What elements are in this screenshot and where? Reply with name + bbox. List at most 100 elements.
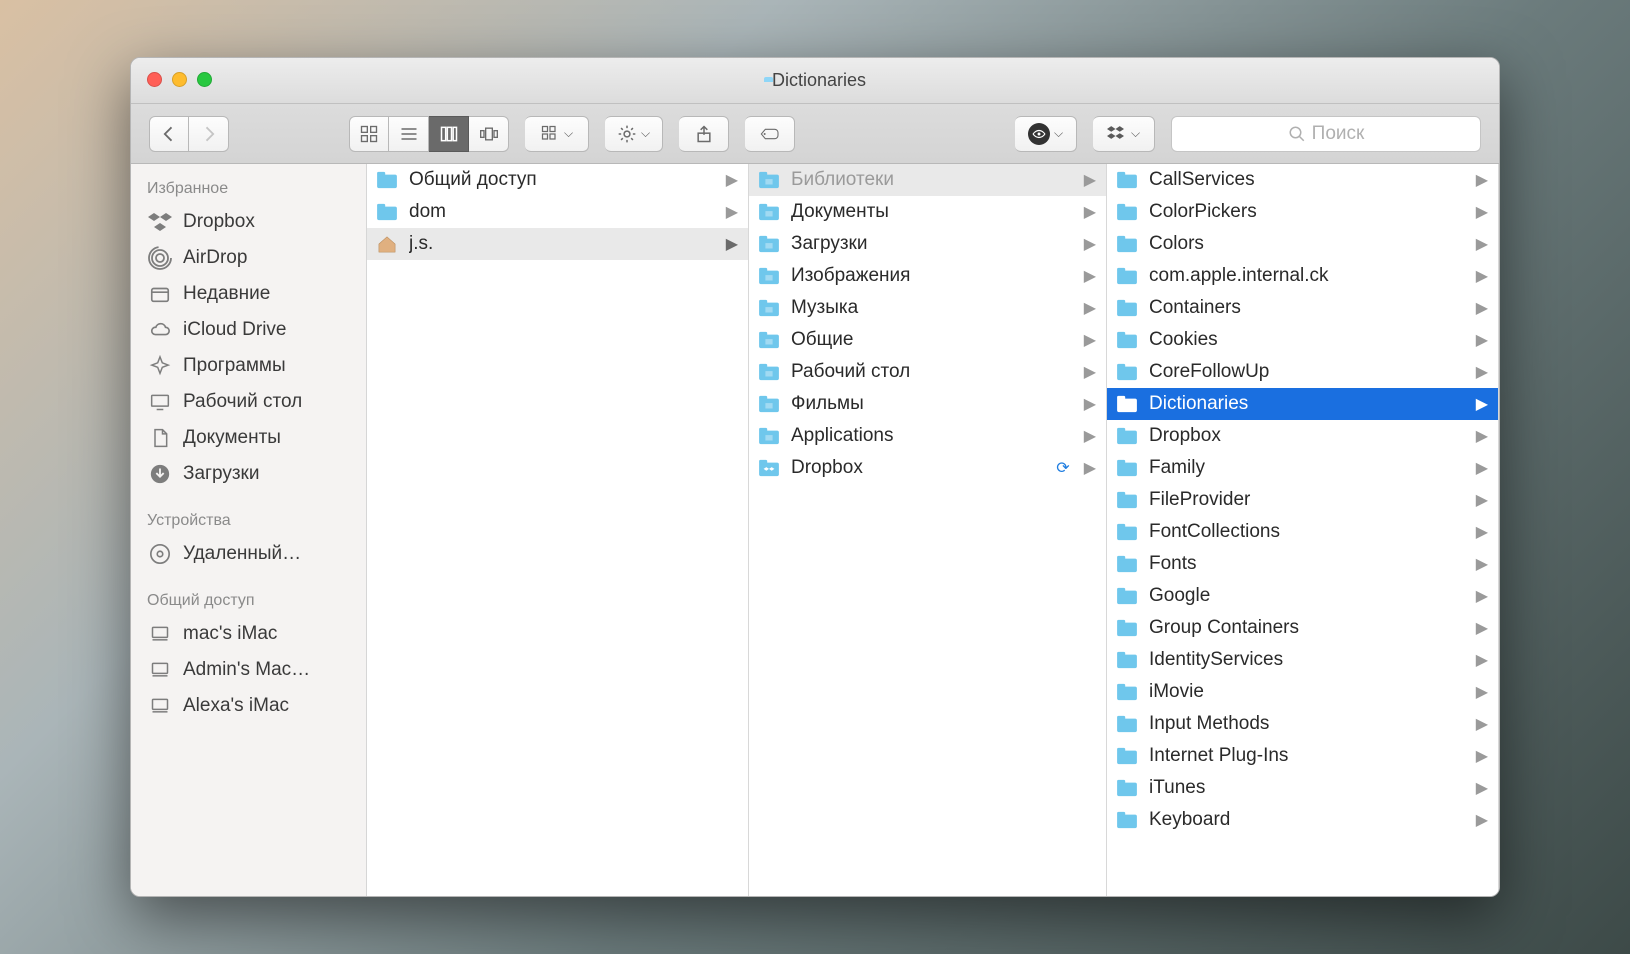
chevron-right-icon: ▶ <box>1476 266 1488 286</box>
list-item[interactable]: IdentityServices▶ <box>1107 644 1498 676</box>
sidebar-item[interactable]: Admin's Mac… <box>131 652 366 688</box>
forward-button[interactable] <box>189 116 229 152</box>
comp-icon <box>147 623 173 645</box>
chevron-down-icon: ⌵ <box>641 126 650 141</box>
list-item[interactable]: Google▶ <box>1107 580 1498 612</box>
sidebar-item[interactable]: Документы <box>131 420 366 456</box>
list-item[interactable]: j.s.▶ <box>367 228 748 260</box>
gallery-icon <box>479 124 499 144</box>
list-item[interactable]: Keyboard▶ <box>1107 804 1498 836</box>
chevron-right-icon <box>199 124 219 144</box>
chevron-down-icon: ⌵ <box>564 126 573 141</box>
grid-icon <box>359 124 379 144</box>
sidebar-item[interactable]: iCloud Drive <box>131 312 366 348</box>
folder-sys-icon <box>757 426 781 446</box>
list-item[interactable]: iTunes▶ <box>1107 772 1498 804</box>
list-item[interactable]: Библиотеки▶ <box>749 164 1106 196</box>
list-item[interactable]: CallServices▶ <box>1107 164 1498 196</box>
sidebar-item[interactable]: Программы <box>131 348 366 384</box>
list-item[interactable]: Документы▶ <box>749 196 1106 228</box>
minimize-button[interactable] <box>172 72 187 87</box>
search-field[interactable]: Поиск <box>1171 116 1481 152</box>
sidebar-item[interactable]: Рабочий стол <box>131 384 366 420</box>
column[interactable]: Общий доступ▶dom▶j.s.▶ <box>367 164 749 896</box>
folder-icon <box>1115 394 1139 414</box>
folder-icon <box>1115 618 1139 638</box>
list-item[interactable]: Общие▶ <box>749 324 1106 356</box>
list-item[interactable]: Изображения▶ <box>749 260 1106 292</box>
chevron-right-icon: ▶ <box>1476 298 1488 318</box>
list-item[interactable]: Fonts▶ <box>1107 548 1498 580</box>
list-item[interactable]: ColorPickers▶ <box>1107 196 1498 228</box>
view-list-button[interactable] <box>389 116 429 152</box>
list-item[interactable]: FileProvider▶ <box>1107 484 1498 516</box>
column[interactable]: Библиотеки▶Документы▶Загрузки▶Изображени… <box>749 164 1107 896</box>
folder-icon <box>1115 682 1139 702</box>
list-item[interactable]: Applications▶ <box>749 420 1106 452</box>
chevron-right-icon: ▶ <box>726 202 738 222</box>
folder-icon <box>1115 266 1139 286</box>
list-item[interactable]: Colors▶ <box>1107 228 1498 260</box>
sidebar-item-label: mac's iMac <box>183 623 277 645</box>
list-item[interactable]: iMovie▶ <box>1107 676 1498 708</box>
column[interactable]: CallServices▶ColorPickers▶Colors▶com.app… <box>1107 164 1499 896</box>
tags-button[interactable] <box>745 116 795 152</box>
sidebar-section: УстройстваУдаленный… <box>131 504 366 572</box>
desktop-icon <box>147 391 173 413</box>
list-item[interactable]: Family▶ <box>1107 452 1498 484</box>
item-label: Загрузки <box>791 233 1074 255</box>
sidebar-item[interactable]: Загрузки <box>131 456 366 492</box>
dropbox-folder-icon <box>757 458 781 478</box>
folder-icon <box>1115 522 1139 542</box>
view-column-button[interactable] <box>429 116 469 152</box>
sidebar-item[interactable]: Dropbox <box>131 204 366 240</box>
sidebar-item[interactable]: mac's iMac <box>131 616 366 652</box>
list-item[interactable]: Internet Plug-Ins▶ <box>1107 740 1498 772</box>
list-item[interactable]: Рабочий стол▶ <box>749 356 1106 388</box>
search-icon <box>1288 125 1306 143</box>
close-button[interactable] <box>147 72 162 87</box>
folder-icon <box>1115 554 1139 574</box>
list-item[interactable]: Containers ▶ <box>1107 292 1498 324</box>
quicklook-button[interactable]: ⌵ <box>1015 116 1077 152</box>
documents-icon <box>147 427 173 449</box>
list-item[interactable]: com.apple.internal.ck▶ <box>1107 260 1498 292</box>
list-item[interactable]: Dropbox⟳▶ <box>749 452 1106 484</box>
sidebar-item-label: Загрузки <box>183 463 259 485</box>
sidebar[interactable]: ИзбранноеDropboxAirDropНедавниеiCloud Dr… <box>131 164 367 896</box>
list-item[interactable]: dom▶ <box>367 196 748 228</box>
view-icon-button[interactable] <box>349 116 389 152</box>
chevron-right-icon: ▶ <box>1476 330 1488 350</box>
item-label: iMovie <box>1149 681 1466 703</box>
zoom-button[interactable] <box>197 72 212 87</box>
list-item[interactable]: Dictionaries▶ <box>1107 388 1498 420</box>
sidebar-item[interactable]: Alexa's iMac <box>131 688 366 724</box>
chevron-right-icon: ▶ <box>1084 330 1096 350</box>
window-title-wrap: Dictionaries <box>764 70 866 91</box>
arrange-button[interactable]: ⌵ <box>525 116 589 152</box>
sidebar-item[interactable]: Недавние <box>131 276 366 312</box>
list-item[interactable]: Dropbox▶ <box>1107 420 1498 452</box>
view-gallery-button[interactable] <box>469 116 509 152</box>
action-button[interactable]: ⌵ <box>605 116 663 152</box>
sidebar-item[interactable]: AirDrop <box>131 240 366 276</box>
list-item[interactable]: Cookies▶ <box>1107 324 1498 356</box>
list-item[interactable]: CoreFollowUp▶ <box>1107 356 1498 388</box>
content-area: ИзбранноеDropboxAirDropНедавниеiCloud Dr… <box>131 164 1499 896</box>
view-mode-buttons <box>349 116 509 152</box>
folder-icon <box>1115 298 1139 318</box>
list-item[interactable]: Загрузки▶ <box>749 228 1106 260</box>
back-button[interactable] <box>149 116 189 152</box>
list-item[interactable]: FontCollections▶ <box>1107 516 1498 548</box>
list-item[interactable]: Общий доступ▶ <box>367 164 748 196</box>
search-placeholder: Поиск <box>1312 123 1365 145</box>
sidebar-item[interactable]: Удаленный… <box>131 536 366 572</box>
item-label: Containers <box>1149 297 1466 319</box>
list-item[interactable]: Input Methods▶ <box>1107 708 1498 740</box>
share-button[interactable] <box>679 116 729 152</box>
titlebar[interactable]: Dictionaries <box>131 58 1499 104</box>
list-item[interactable]: Фильмы▶ <box>749 388 1106 420</box>
list-item[interactable]: Музыка▶ <box>749 292 1106 324</box>
list-item[interactable]: Group Containers▶ <box>1107 612 1498 644</box>
dropbox-toolbar-button[interactable]: ⌵ <box>1093 116 1155 152</box>
